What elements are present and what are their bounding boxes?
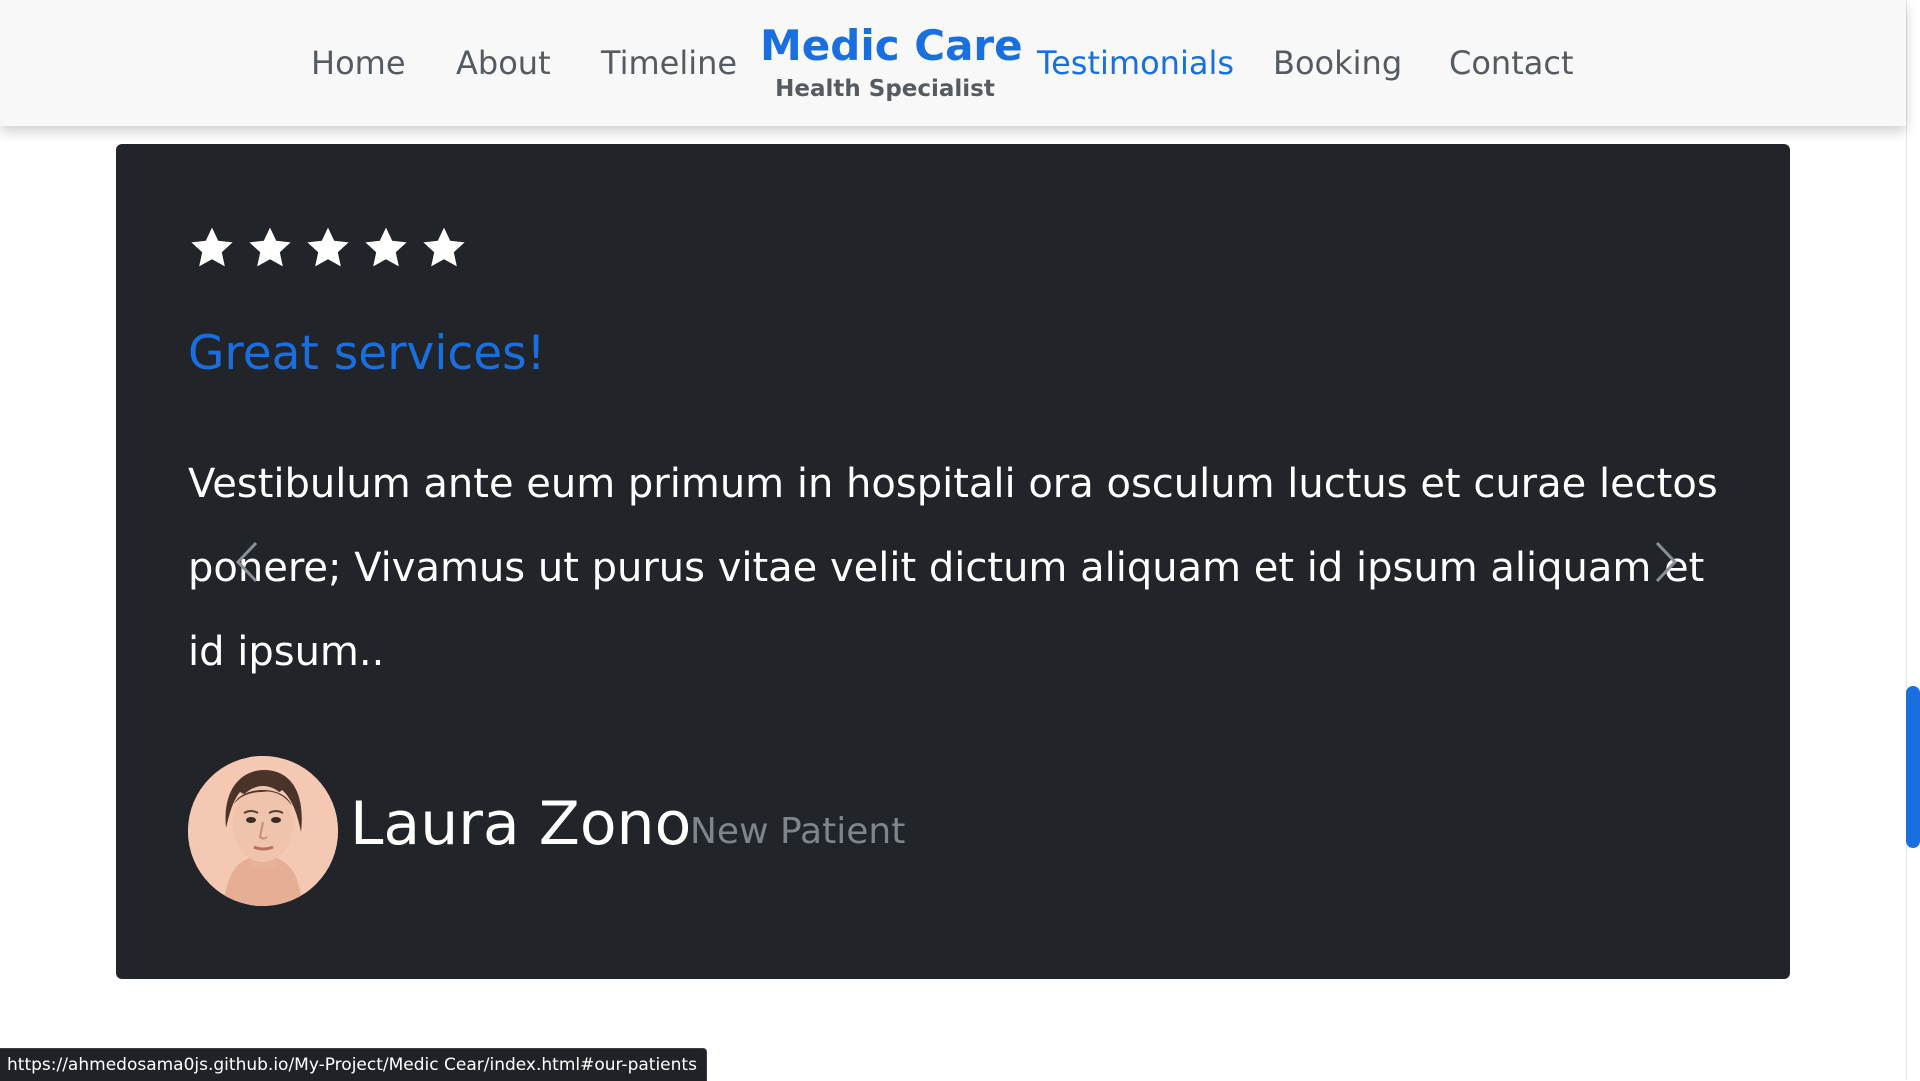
- author-role: New Patient: [690, 811, 906, 852]
- star-icon: [191, 227, 233, 267]
- star-icon: [249, 227, 291, 267]
- patient-photo: [188, 756, 338, 906]
- chevron-right-icon[interactable]: [1651, 537, 1681, 587]
- nav-link-home[interactable]: Home: [311, 43, 406, 83]
- brand-tagline: Health Specialist: [775, 76, 995, 102]
- top-navbar: Home About Timeline Medic Care Health Sp…: [0, 0, 1906, 126]
- status-bar-url: https://ahmedosama0js.github.io/My-Proje…: [0, 1048, 707, 1081]
- testimonial-card: Great services! Vestibulum ante eum prim…: [116, 144, 1790, 979]
- star-icon: [423, 227, 465, 267]
- nav-link-about[interactable]: About: [456, 43, 551, 83]
- brand-logo[interactable]: Medic Care Health Specialist: [760, 20, 1023, 104]
- patient-avatar: [188, 756, 338, 906]
- nav-link-timeline[interactable]: Timeline: [601, 43, 737, 83]
- scrollbar-thumb[interactable]: [1906, 686, 1920, 848]
- chevron-left-icon[interactable]: [232, 537, 262, 587]
- author-name: Laura Zono: [350, 789, 692, 859]
- nav-link-contact[interactable]: Contact: [1449, 43, 1574, 83]
- page-scrollbar[interactable]: [1906, 0, 1920, 1080]
- nav-link-testimonials[interactable]: Testimonials: [1037, 43, 1234, 83]
- star-icon: [365, 227, 407, 267]
- testimonial-title: Great services!: [188, 326, 546, 381]
- nav-link-booking[interactable]: Booking: [1273, 43, 1402, 83]
- star-icon: [307, 227, 349, 267]
- testimonial-text: Vestibulum ante eum primum in hospitali …: [188, 461, 1718, 675]
- brand-name: Medic Care: [760, 21, 1023, 70]
- star-rating: [188, 224, 468, 272]
